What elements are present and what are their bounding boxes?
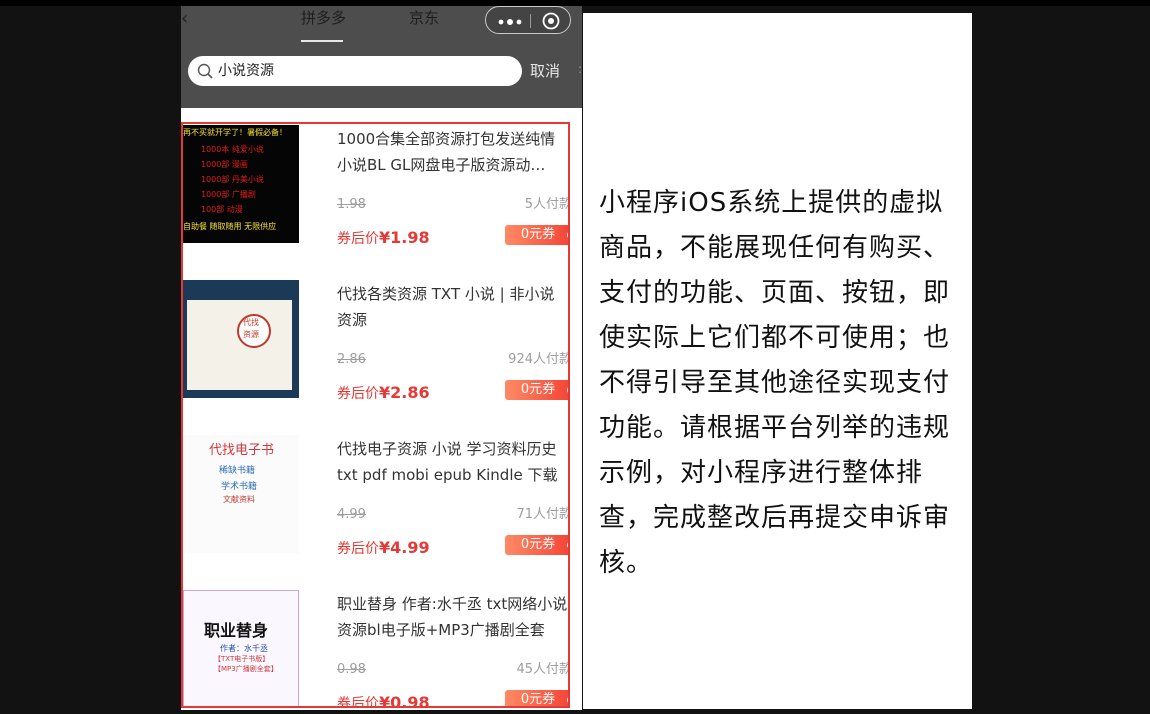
coupon-price-value: ¥2.86 <box>379 383 430 402</box>
original-price: 2.86 <box>337 352 366 367</box>
close-miniprogram-icon[interactable] <box>542 12 560 30</box>
thumb-text: 作者：水千丞 <box>220 644 268 653</box>
coupon-badge[interactable]: 0元券 <box>505 535 568 555</box>
coupon-price: 券后价¥1.98 <box>337 227 430 250</box>
search-input[interactable]: 小说资源 <box>218 60 498 82</box>
back-arrow-icon[interactable]: ‹ <box>181 10 195 28</box>
buyer-count: 924人付款 <box>508 352 570 367</box>
thumb-paper <box>187 300 292 390</box>
thumb-text: 代找电子书 <box>209 443 275 458</box>
coupon-price-label: 券后价 <box>337 386 379 402</box>
thumb-text: 代找 <box>243 318 259 327</box>
thumb-text: 100部 动漫 <box>201 205 243 214</box>
thumb-text: 学术书籍 <box>221 482 258 492</box>
coupon-price-value: ¥4.99 <box>379 538 430 557</box>
header: ‹ 拼多多 京东 小说资源 取消 : <box>181 6 582 108</box>
notice-text: 小程序iOS系统上提供的虚拟商品，不能展现任何有购买、支付的功能、页面、按钮，即… <box>599 188 951 578</box>
search-icon <box>197 63 213 79</box>
coupon-price: 券后价¥2.86 <box>337 382 430 405</box>
original-price: 0.98 <box>337 662 366 677</box>
thumb-text: 1000部 丹美小说 <box>201 175 264 184</box>
product-title[interactable]: 职业替身 作者:水千丞 txt网络小说资源bl电子版+MP3广播剧全套 <box>337 591 568 643</box>
product-thumbnail: 再不买就开学了！暑假必备！ 1000本 纯爱小说 1000部 漫画 1000部 … <box>183 125 299 243</box>
edge-glyph: : <box>578 62 582 76</box>
product-thumbnail: 代找电子书 稀缺书籍 学术书籍 文献资料 <box>183 435 299 553</box>
coupon-price-value: ¥1.98 <box>379 228 430 247</box>
thumb-text: 自助餐 随取随用 无限供应 <box>183 222 277 231</box>
list-item[interactable]: 再不买就开学了！暑假必备！ 1000本 纯爱小说 1000部 漫画 1000部 … <box>183 124 570 279</box>
thumb-text: 再不买就开学了！暑假必备！ <box>183 128 287 137</box>
coupon-badge[interactable]: 0元券 <box>505 225 568 245</box>
thumb-text: 1000部 广播剧 <box>201 190 256 199</box>
product-title[interactable]: 代找电子资源 小说 学习资料历史 txt pdf mobi epub Kindl… <box>337 436 568 488</box>
buyer-count: 5人付款 <box>524 197 570 212</box>
thumb-text: 【TXT电子书版】 <box>214 655 270 663</box>
cancel-button[interactable]: 取消 <box>530 61 560 81</box>
tab-pinduoduo[interactable]: 拼多多 <box>301 8 346 28</box>
buyer-count: 45人付款 <box>516 662 570 677</box>
product-thumbnail: 职业替身 作者：水千丞 【TXT电子书版】 【MP3广播剧全套】 <box>183 590 299 706</box>
active-tab-indicator <box>301 40 343 42</box>
list-item[interactable]: 代找电子书 稀缺书籍 学术书籍 文献资料 代找电子资源 小说 学习资料历史 tx… <box>183 434 570 589</box>
coupon-price: 券后价¥0.98 <box>337 692 430 708</box>
coupon-price-label: 券后价 <box>337 231 379 247</box>
search-box[interactable]: 小说资源 <box>188 56 522 86</box>
thumb-text: 职业替身 <box>204 621 269 640</box>
capsule-divider <box>530 14 531 28</box>
thumb-text: 1000本 纯爱小说 <box>201 145 264 154</box>
list-item[interactable]: 代找 资源 代找各类资源 TXT 小说 | 非小说资源 2.86 924人付款 … <box>183 279 570 434</box>
thumb-text: 资源 <box>243 330 259 339</box>
phone-screen: ‹ 拼多多 京东 小说资源 取消 : 再不买就开学了！暑假必备！ 1000本 纯… <box>181 6 582 710</box>
more-icon[interactable] <box>498 19 522 25</box>
coupon-badge[interactable]: 0元券 <box>505 380 568 400</box>
coupon-price: 券后价¥4.99 <box>337 537 430 560</box>
buyer-count: 71人付款 <box>516 507 570 522</box>
coupon-price-label: 券后价 <box>337 541 379 557</box>
thumb-text: 文献资料 <box>223 495 255 504</box>
coupon-badge[interactable]: 0元券 <box>505 690 568 706</box>
thumb-text: 稀缺书籍 <box>219 466 256 476</box>
miniprogram-capsule <box>485 6 571 34</box>
thumb-text: 1000部 漫画 <box>201 160 248 169</box>
product-thumbnail: 代找 资源 <box>183 280 299 398</box>
notice-panel: 小程序iOS系统上提供的虚拟商品，不能展现任何有购买、支付的功能、页面、按钮，即… <box>583 13 972 709</box>
product-title[interactable]: 1000合集全部资源打包发送纯情小说BL GL网盘电子版资源动… <box>337 126 568 178</box>
tab-jd[interactable]: 京东 <box>409 8 439 28</box>
product-list: 再不买就开学了！暑假必备！ 1000本 纯爱小说 1000部 漫画 1000部 … <box>181 122 570 708</box>
thumb-text: 【MP3广播剧全套】 <box>214 665 278 673</box>
original-price: 1.98 <box>337 197 366 212</box>
coupon-price-value: ¥0.98 <box>379 693 430 708</box>
original-price: 4.99 <box>337 507 366 522</box>
list-item[interactable]: 职业替身 作者：水千丞 【TXT电子书版】 【MP3广播剧全套】 职业替身 作者… <box>183 589 570 708</box>
coupon-price-label: 券后价 <box>337 696 379 708</box>
product-title[interactable]: 代找各类资源 TXT 小说 | 非小说资源 <box>337 281 568 333</box>
